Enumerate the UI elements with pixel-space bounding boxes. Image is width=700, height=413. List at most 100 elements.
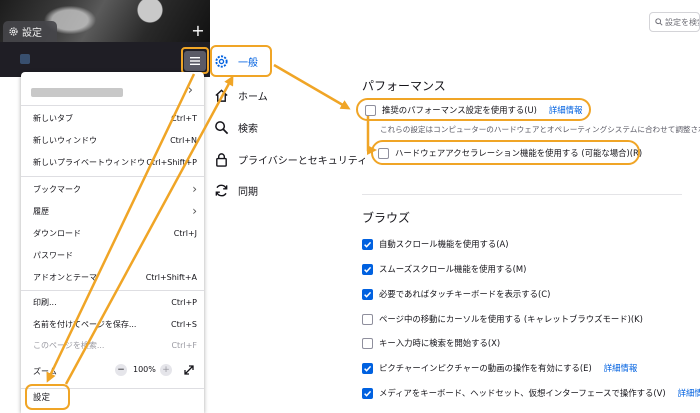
menu-item-new-private-window[interactable]: 新しいプライベートウィンドウ Ctrl+Shift+P — [33, 154, 197, 170]
option-label: スムーズスクロール機能を使用する(M) — [379, 264, 527, 274]
zoom-label: ズーム — [33, 366, 57, 376]
browsing-option[interactable]: ページ中の移動にカーソルを使用する (キャレットブラウズモード)(K) — [362, 312, 643, 326]
category-general[interactable]: 一般 — [214, 51, 258, 71]
menu-item-shortcut: Ctrl+S — [170, 319, 197, 329]
option-checkbox[interactable] — [362, 238, 373, 250]
category-label: ホーム — [238, 91, 268, 103]
home-icon — [215, 88, 228, 102]
arrow-general-to-performance — [273, 63, 351, 110]
search-placeholder: 設定を検索 — [665, 17, 699, 27]
menu-separator — [21, 105, 204, 106]
menu-item-save-page[interactable]: 名前を付けてページを保存... Ctrl+S — [33, 316, 197, 332]
menu-item-downloads[interactable]: ダウンロード Ctrl+J — [33, 225, 197, 241]
menu-item-passwords[interactable]: パスワード — [33, 247, 197, 263]
category-home[interactable]: ホーム — [214, 85, 268, 105]
learn-more-link[interactable]: 詳細情報 — [678, 387, 700, 399]
extension-icon[interactable] — [20, 54, 30, 64]
menu-item-bookmarks[interactable]: ブックマーク › — [33, 181, 197, 197]
option-label: 必要であればタッチキーボードを表示する(C) — [379, 289, 551, 299]
category-label: 検索 — [238, 123, 258, 135]
menu-item-new-window[interactable]: 新しいウィンドウ Ctrl+N — [33, 132, 197, 148]
menu-item-new-tab[interactable]: 新しいタブ Ctrl+T — [33, 110, 197, 126]
hardware-acceleration-highlight — [371, 140, 640, 165]
browsing-heading: ブラウズ — [362, 211, 411, 225]
section-divider — [362, 194, 682, 195]
menu-item-label: 名前を付けてページを保存... — [33, 319, 137, 329]
recommended-performance-highlight — [356, 98, 591, 121]
zoom-out-button[interactable]: − — [115, 364, 127, 376]
new-tab-button[interactable]: + — [190, 22, 206, 40]
option-label: キー入力時に検索を開始する(X) — [379, 338, 501, 348]
menu-item-print[interactable]: 印刷... Ctrl+P — [33, 294, 197, 310]
app-menu-panel: › 新しいタブ Ctrl+T 新しいウィンドウ Ctrl+N 新しいプライベート… — [21, 72, 204, 413]
menu-item-find-in-page[interactable]: このページを検索... Ctrl+F — [33, 337, 197, 353]
option-checkbox[interactable] — [362, 313, 373, 325]
menu-item-shortcut: Ctrl+T — [171, 113, 197, 123]
browsing-option[interactable]: 必要であればタッチキーボードを表示する(C) — [362, 287, 550, 301]
option-label: ページ中の移動にカーソルを使用する (キャレットブラウズモード)(K) — [379, 314, 643, 324]
checkmark-icon — [364, 266, 372, 273]
chevron-right-icon: › — [187, 83, 193, 98]
account-email-blurred — [31, 88, 123, 97]
option-checkbox[interactable] — [362, 337, 373, 349]
settings-item-highlight — [25, 384, 70, 410]
checkmark-icon — [364, 291, 372, 298]
menu-separator — [21, 176, 204, 177]
chevron-right-icon: › — [192, 204, 197, 218]
option-checkbox[interactable] — [362, 263, 373, 275]
menu-separator — [21, 290, 204, 291]
browsing-option[interactable]: メディアをキーボード、ヘッドセット、仮想インターフェースで操作する(V) 詳細情… — [362, 386, 700, 400]
menu-item-shortcut: Ctrl+F — [171, 340, 197, 350]
browsing-option[interactable]: ピクチャーインピクチャーの動画の操作を有効にする(E) 詳細情報 — [362, 361, 637, 375]
checkmark-icon — [364, 365, 372, 372]
menu-item-shortcut: Ctrl+Shift+A — [145, 272, 197, 282]
tab-settings[interactable]: 設定 — [3, 21, 57, 42]
menu-item-label: 新しいウィンドウ — [33, 135, 97, 145]
performance-heading: パフォーマンス — [362, 79, 446, 93]
menu-item-label: 新しいプライベートウィンドウ — [33, 157, 145, 167]
menu-item-label: アドオンとテーマ — [33, 272, 97, 282]
option-label: ピクチャーインピクチャーの動画の操作を有効にする(E) — [379, 363, 592, 373]
zoom-row: ズーム − 100% + — [33, 364, 197, 378]
category-search[interactable]: 検索 — [214, 117, 258, 137]
option-checkbox[interactable] — [362, 362, 373, 374]
category-label: 同期 — [238, 186, 258, 198]
option-checkbox[interactable] — [362, 387, 373, 399]
gear-icon — [9, 27, 18, 36]
chevron-right-icon: › — [192, 182, 197, 196]
zoom-value[interactable]: 100% — [133, 365, 156, 374]
browsing-option[interactable]: スムーズスクロール機能を使用する(M) — [362, 262, 526, 276]
menu-item-label: パスワード — [33, 250, 73, 260]
fullscreen-icon[interactable] — [183, 364, 195, 376]
option-label: 自動スクロール機能を使用する(A) — [379, 239, 509, 249]
search-icon — [655, 18, 663, 26]
menu-item-addons-themes[interactable]: アドオンとテーマ Ctrl+Shift+A — [33, 269, 197, 285]
menu-item-label: 新しいタブ — [33, 113, 73, 123]
category-sync[interactable]: 同期 — [214, 180, 258, 200]
performance-note: これらの設定はコンピューターのハードウェアとオペレーティングシステムに合わせて調… — [380, 125, 700, 134]
menu-item-label: ブックマーク — [33, 184, 81, 194]
menu-item-label: 履歴 — [33, 206, 49, 216]
menu-item-label: ダウンロード — [33, 228, 81, 238]
settings-search-input[interactable]: 設定を検索 — [649, 12, 700, 32]
zoom-in-button[interactable]: + — [160, 364, 172, 376]
menu-item-shortcut: Ctrl+Shift+P — [146, 157, 197, 167]
menu-item-label: このページを検索... — [33, 340, 105, 350]
category-label: 一般 — [238, 57, 258, 69]
learn-more-link[interactable]: 詳細情報 — [604, 362, 638, 374]
browsing-option[interactable]: 自動スクロール機能を使用する(A) — [362, 237, 509, 251]
search-icon — [215, 120, 229, 134]
menu-item-label: 印刷... — [33, 297, 57, 307]
menu-item-shortcut: Ctrl+N — [170, 135, 197, 145]
category-privacy-security[interactable]: プライバシーとセキュリティ — [214, 149, 367, 169]
option-label: メディアをキーボード、ヘッドセット、仮想インターフェースで操作する(V) — [379, 388, 666, 398]
menu-item-shortcut: Ctrl+P — [171, 297, 197, 307]
browsing-option[interactable]: キー入力時に検索を開始する(X) — [362, 336, 500, 350]
checkmark-icon — [364, 241, 372, 248]
gear-icon — [215, 54, 228, 68]
option-checkbox[interactable] — [362, 288, 373, 300]
menu-item-shortcut: Ctrl+J — [173, 228, 197, 238]
account-row[interactable]: › — [29, 82, 197, 102]
menu-item-history[interactable]: 履歴 › — [33, 203, 197, 219]
category-label: プライバシーとセキュリティ — [238, 155, 368, 167]
